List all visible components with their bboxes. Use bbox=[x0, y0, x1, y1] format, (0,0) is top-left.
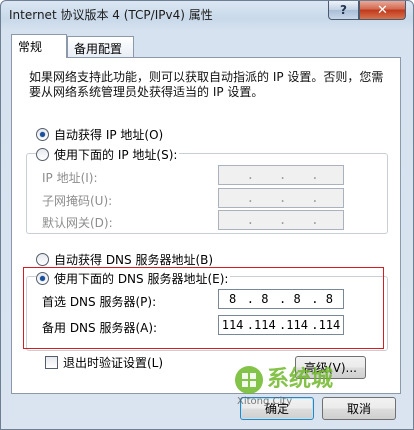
close-icon: ✕ bbox=[377, 2, 388, 18]
ip-address-input: . . . bbox=[218, 165, 344, 185]
validate-settings-checkbox[interactable]: 退出时验证设置(L) bbox=[45, 354, 163, 371]
default-gateway-input: . . . bbox=[218, 210, 344, 230]
radio-unselected-icon bbox=[36, 253, 49, 266]
tab-alternate-config[interactable]: 备用配置 bbox=[67, 36, 134, 57]
window-title: Internet 协议版本 4 (TCP/IPv4) 属性 bbox=[9, 8, 213, 22]
help-button[interactable]: ? bbox=[328, 1, 359, 20]
ip-address-label: IP 地址(I): bbox=[42, 171, 98, 185]
radio-unselected-icon bbox=[36, 148, 49, 161]
cancel-button[interactable]: 取消 bbox=[322, 397, 396, 420]
help-icon: ? bbox=[340, 3, 347, 17]
radio-selected-icon bbox=[36, 128, 49, 141]
validate-settings-label: 退出时验证设置(L) bbox=[63, 356, 164, 370]
subnet-mask-label: 子网掩码(U): bbox=[42, 194, 113, 208]
close-button[interactable]: ✕ bbox=[359, 1, 406, 20]
advanced-button[interactable]: 高级(V)... bbox=[295, 356, 366, 379]
description-text: 如果网络支持此功能，则可以获取自动指派的 IP 设置。否则，您需要从网络系统管理… bbox=[29, 70, 384, 99]
dialog-window: Internet 协议版本 4 (TCP/IPv4) 属性 ? ✕ 常规 备用配… bbox=[0, 0, 414, 430]
dns-highlight-box bbox=[23, 267, 384, 349]
dns-auto-label: 自动获得 DNS 服务器地址(B) bbox=[54, 253, 214, 267]
ip-auto-radio[interactable]: 自动获得 IP 地址(O) bbox=[36, 126, 166, 143]
ip-manual-label: 使用下面的 IP 地址(S): bbox=[54, 148, 178, 162]
checkbox-icon bbox=[45, 356, 58, 369]
ip-manual-radio[interactable]: 使用下面的 IP 地址(S): bbox=[36, 146, 180, 163]
subnet-mask-input: . . . bbox=[218, 188, 344, 208]
ip-auto-label: 自动获得 IP 地址(O) bbox=[54, 128, 164, 142]
title-bar[interactable]: Internet 协议版本 4 (TCP/IPv4) 属性 ? ✕ bbox=[1, 1, 413, 27]
ok-button[interactable]: 确定 bbox=[240, 397, 314, 420]
default-gateway-label: 默认网关(D): bbox=[42, 216, 113, 230]
dns-auto-radio[interactable]: 自动获得 DNS 服务器地址(B) bbox=[36, 251, 216, 268]
tab-general[interactable]: 常规 bbox=[11, 34, 67, 58]
